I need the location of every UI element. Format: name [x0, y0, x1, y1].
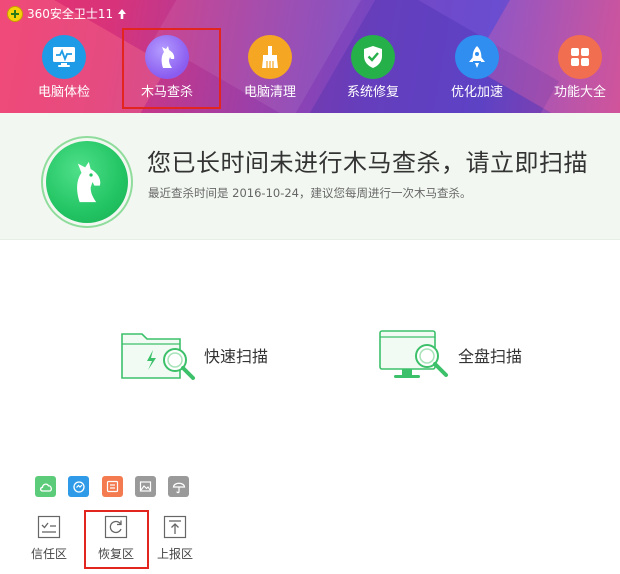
status-headline: 您已长时间未进行木马查杀，请立即扫描 [147, 149, 588, 177]
full-scan-button[interactable]: 全盘扫描 [378, 328, 522, 382]
nav-label: 木马查杀 [140, 85, 193, 100]
image-icon[interactable] [135, 476, 156, 497]
restore-zone-button[interactable]: 恢复区 [88, 512, 144, 568]
refresh-circle-icon[interactable] [68, 476, 89, 497]
quick-scan-button[interactable]: 快速扫描 [120, 328, 268, 382]
status-banner: 您已长时间未进行木马查杀，请立即扫描 最近查杀时间是 2016-10-24，建议… [0, 113, 620, 240]
nav-label: 电脑体检 [37, 85, 90, 100]
monitor-magnifier-icon [379, 330, 448, 378]
cloud-icon[interactable] [35, 476, 56, 497]
last-scan-info: 最近查杀时间是 2016-10-24，建议您每周进行一次木马查杀。 [148, 186, 472, 200]
horse-icon [46, 141, 128, 223]
area-label: 恢复区 [97, 547, 134, 561]
nav-item-pc-cleanup[interactable]: 电脑清理 [225, 30, 315, 110]
folder-magnifier-icon [121, 333, 195, 380]
main-nav: 电脑体检 木马查杀 电脑清理 系统修复 优化加速 功能大全 [0, 30, 620, 110]
nav-label: 功能大全 [553, 85, 606, 100]
document-list-icon[interactable] [102, 476, 123, 497]
nav-label: 系统修复 [346, 85, 399, 100]
trust-zone-button[interactable]: 信任区 [21, 512, 77, 568]
full-scan-label: 全盘扫描 [458, 347, 523, 366]
quick-scan-label: 快速扫描 [204, 347, 269, 366]
nav-item-system-repair[interactable]: 系统修复 [328, 30, 418, 110]
nav-item-all-features[interactable]: 功能大全 [535, 30, 620, 110]
broom-icon [248, 35, 292, 79]
360-logo-icon [7, 6, 23, 22]
report-zone-button[interactable]: 上报区 [147, 512, 203, 568]
checklist-icon [37, 515, 61, 539]
up-arrow-icon[interactable] [117, 8, 127, 20]
nav-item-optimize[interactable]: 优化加速 [432, 30, 522, 110]
shield-check-icon [351, 35, 395, 79]
area-label: 信任区 [30, 547, 67, 561]
upload-icon [163, 515, 187, 539]
app-title-bar: 360安全卫士11 [7, 6, 127, 22]
umbrella-icon[interactable] [168, 476, 189, 497]
top-header: 360安全卫士11 电脑体检 木马查杀 电脑清理 系统修复 优化加速 功能大全 [0, 0, 620, 113]
monitor-pulse-icon [42, 35, 86, 79]
grid-icon [558, 35, 602, 79]
rocket-icon [455, 35, 499, 79]
nav-item-pc-checkup[interactable]: 电脑体检 [19, 30, 109, 110]
nav-item-trojan-scan[interactable]: 木马查杀 [122, 30, 212, 110]
nav-label: 电脑清理 [243, 85, 296, 100]
restore-icon [104, 515, 128, 539]
nav-label: 优化加速 [450, 85, 503, 100]
app-title: 360安全卫士11 [27, 7, 114, 21]
area-label: 上报区 [156, 547, 193, 561]
horse-icon [145, 35, 189, 79]
